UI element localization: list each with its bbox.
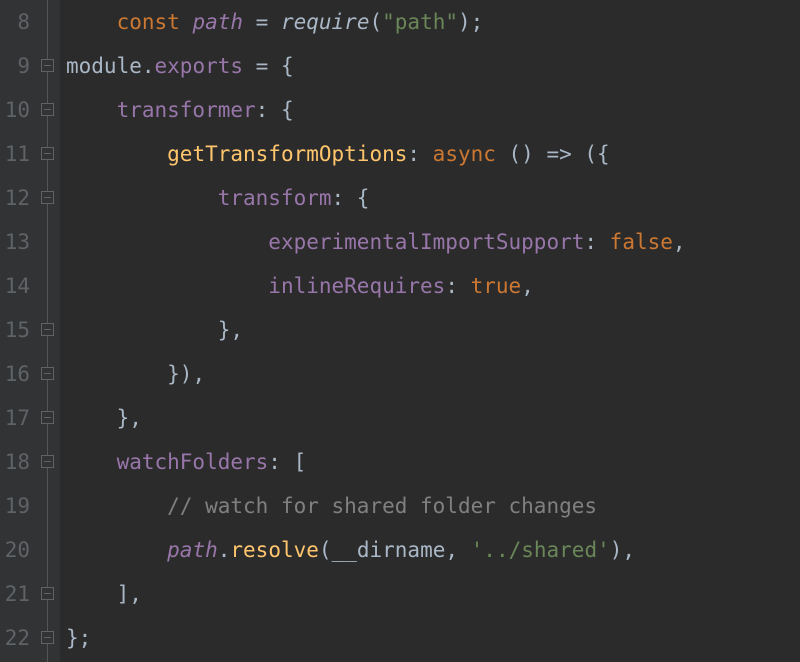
fold-toggle-icon[interactable] xyxy=(41,59,54,72)
fold-toggle-icon[interactable] xyxy=(41,367,54,380)
fold-toggle-icon[interactable] xyxy=(41,323,54,336)
code-line[interactable]: module.exports = { xyxy=(66,44,800,88)
fold-toggle-icon[interactable] xyxy=(41,455,54,468)
line-number: 19 xyxy=(4,484,30,528)
line-number: 12 xyxy=(4,176,30,220)
fold-toggle-icon[interactable] xyxy=(41,103,54,116)
line-number: 10 xyxy=(4,88,30,132)
code-line[interactable]: ], xyxy=(66,572,800,616)
line-number: 15 xyxy=(4,308,30,352)
line-number: 14 xyxy=(4,264,30,308)
line-number: 22 xyxy=(4,616,30,660)
line-number: 13 xyxy=(4,220,30,264)
code-line[interactable]: inlineRequires: true, xyxy=(66,264,800,308)
line-number-gutter: 8 9 10 11 12 13 14 15 16 17 18 19 20 21 … xyxy=(0,0,38,662)
code-editor: 8 9 10 11 12 13 14 15 16 17 18 19 20 21 … xyxy=(0,0,800,662)
line-number: 17 xyxy=(4,396,30,440)
fold-toggle-icon[interactable] xyxy=(41,191,54,204)
line-number: 20 xyxy=(4,528,30,572)
code-line[interactable]: // watch for shared folder changes xyxy=(66,484,800,528)
code-line[interactable]: }, xyxy=(66,308,800,352)
code-line[interactable]: }; xyxy=(66,616,800,660)
fold-gutter xyxy=(38,0,60,662)
code-line[interactable]: path.resolve(__dirname, '../shared'), xyxy=(66,528,800,572)
fold-toggle-icon[interactable] xyxy=(41,411,54,424)
code-content[interactable]: const path = require("path"); module.exp… xyxy=(60,0,800,662)
fold-toggle-icon[interactable] xyxy=(41,631,54,644)
line-number: 21 xyxy=(4,572,30,616)
code-line[interactable]: const path = require("path"); xyxy=(66,0,800,44)
code-line[interactable]: experimentalImportSupport: false, xyxy=(66,220,800,264)
code-line[interactable]: getTransformOptions: async () => ({ xyxy=(66,132,800,176)
line-number: 8 xyxy=(4,0,30,44)
code-line[interactable]: transformer: { xyxy=(66,88,800,132)
line-number: 16 xyxy=(4,352,30,396)
fold-toggle-icon[interactable] xyxy=(41,147,54,160)
fold-toggle-icon[interactable] xyxy=(41,587,54,600)
line-number: 11 xyxy=(4,132,30,176)
code-line[interactable]: }, xyxy=(66,396,800,440)
code-line[interactable]: transform: { xyxy=(66,176,800,220)
code-line[interactable]: watchFolders: [ xyxy=(66,440,800,484)
line-number: 9 xyxy=(4,44,30,88)
code-line[interactable]: }), xyxy=(66,352,800,396)
line-number: 18 xyxy=(4,440,30,484)
